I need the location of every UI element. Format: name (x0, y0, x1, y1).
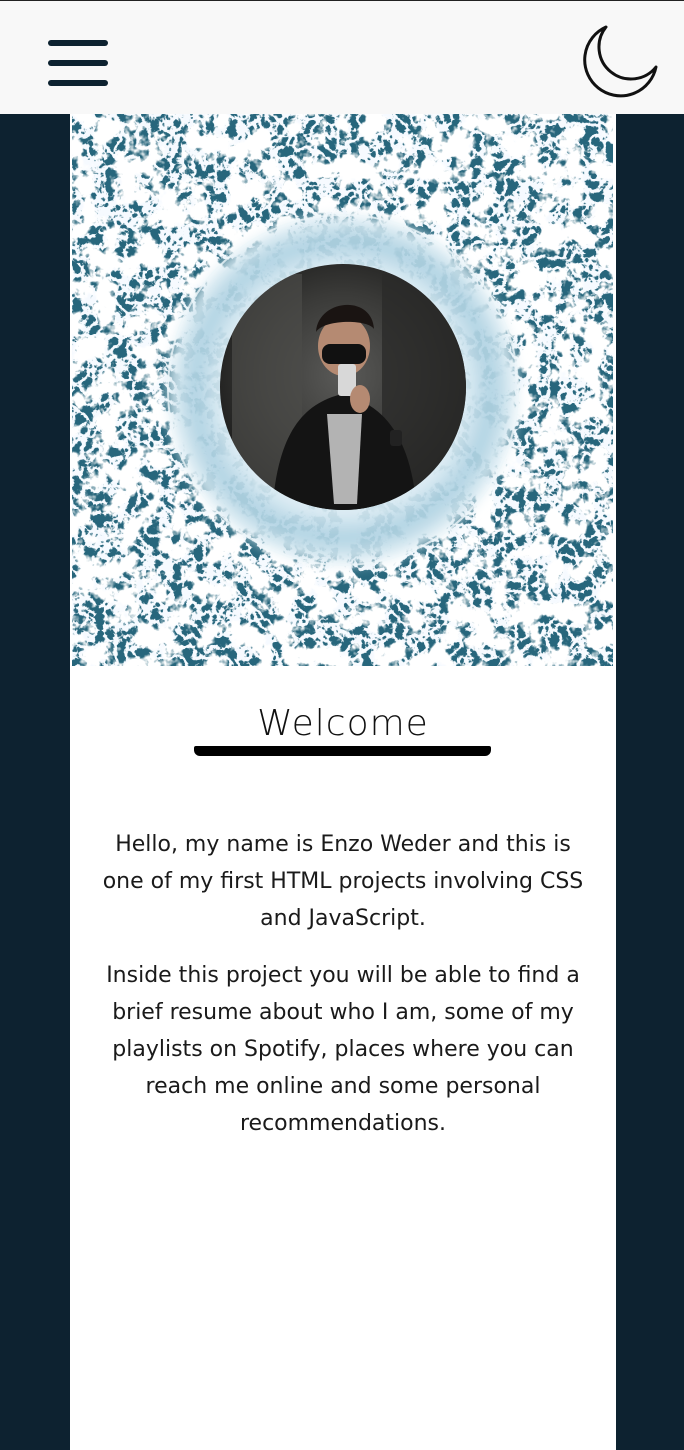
moon-icon[interactable] (576, 21, 660, 101)
welcome-heading: Welcome (257, 703, 429, 744)
ocean-waves-image (72, 114, 613, 666)
menu-bar (48, 40, 108, 46)
menu-bar (48, 60, 108, 66)
intro-paragraph: Hello, my name is Enzo Weder and this is… (102, 832, 584, 931)
hero-banner (72, 114, 613, 666)
intro-text: Hello, my name is Enzo Weder and this is… (94, 826, 592, 1162)
heading-underline (194, 746, 491, 756)
main-content: Welcome Hello, my name is Enzo Weder and… (70, 114, 616, 1450)
intro-paragraph: Inside this project you will be able to … (106, 963, 580, 1136)
menu-bar (48, 80, 108, 86)
top-bar (0, 0, 684, 114)
hamburger-menu-icon[interactable] (44, 37, 112, 93)
